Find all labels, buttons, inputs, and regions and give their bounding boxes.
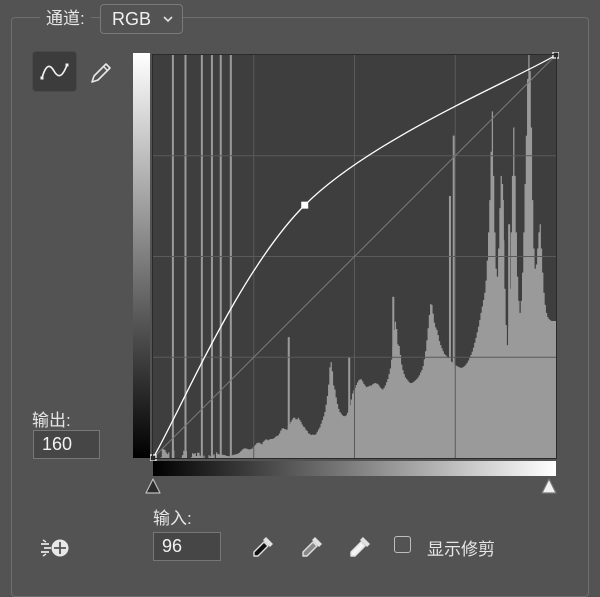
show-clipping-checkbox[interactable] <box>394 536 411 553</box>
histogram-spike <box>508 224 511 458</box>
histogram-spike <box>532 276 535 458</box>
black-input-slider[interactable] <box>143 477 163 497</box>
white-input-slider[interactable] <box>539 477 559 497</box>
gray-eyedropper-icon[interactable] <box>298 533 326 561</box>
input-field[interactable]: 96 <box>153 532 221 561</box>
histogram-spike <box>392 296 395 458</box>
curve-edit-icon <box>40 63 69 80</box>
histogram-spike <box>287 337 290 458</box>
histogram-spike <box>452 135 455 458</box>
output-label: 输出: <box>32 411 71 430</box>
show-clipping-label: 显示修剪 <box>427 540 495 559</box>
white-eyedropper-icon[interactable] <box>346 533 374 561</box>
channel-value: RGB <box>112 8 152 29</box>
histogram-spike <box>501 200 504 458</box>
input-gradient-bar <box>153 461 556 476</box>
auto-adjust-icon[interactable] <box>40 537 72 559</box>
output-field[interactable]: 160 <box>33 430 100 459</box>
curve-edit-button[interactable] <box>32 51 77 92</box>
curve-point-selected[interactable] <box>301 201 309 209</box>
pencil-icon[interactable] <box>86 58 116 88</box>
chevron-down-icon <box>163 16 173 23</box>
input-label: 输入: <box>153 509 192 528</box>
histogram-spike <box>448 196 451 459</box>
histogram-spike <box>348 357 351 458</box>
output-gradient-bar <box>133 53 150 458</box>
curves-graph[interactable] <box>150 52 559 461</box>
channel-label: 通道: <box>40 8 91 30</box>
black-eyedropper-icon[interactable] <box>249 533 277 561</box>
channel-select[interactable]: RGB <box>100 4 183 34</box>
